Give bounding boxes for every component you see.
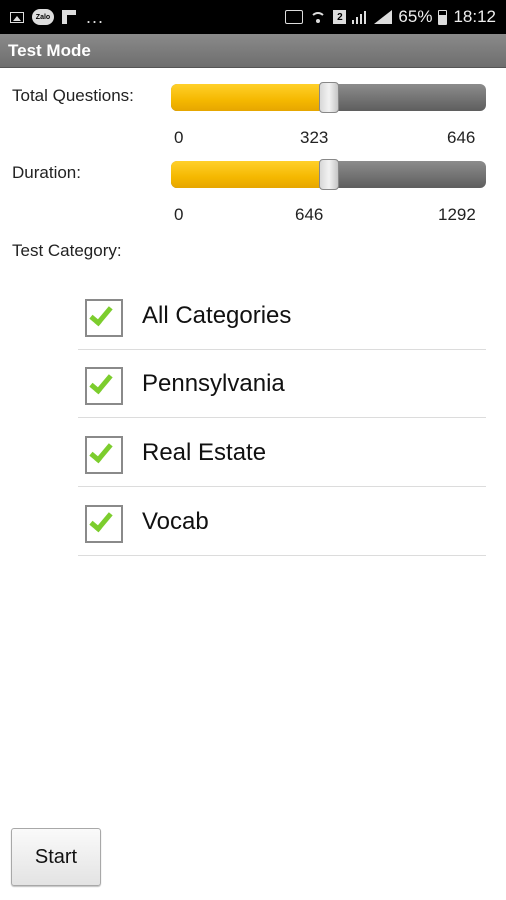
gallery-icon	[10, 11, 24, 23]
sim2-icon: 2	[333, 10, 347, 24]
clock: 18:12	[453, 7, 496, 26]
category-item-label: Real Estate	[142, 439, 267, 466]
title-bar: Test Mode	[0, 34, 506, 68]
checkbox[interactable]	[85, 505, 123, 543]
total-questions-mid: 323	[300, 128, 329, 147]
wifi-icon	[309, 10, 327, 24]
checkbox[interactable]	[85, 299, 123, 337]
category-item-all[interactable]: All Categories	[78, 282, 486, 350]
category-item-pennsylvania[interactable]: Pennsylvania	[78, 350, 486, 418]
total-questions-slider[interactable]	[171, 82, 486, 113]
battery-percent: 65%	[398, 7, 433, 26]
duration-slider[interactable]	[171, 159, 486, 190]
check-icon	[89, 438, 113, 464]
total-questions-max: 646	[447, 128, 476, 147]
check-icon	[89, 301, 113, 327]
battery-icon	[438, 9, 448, 25]
page-title: Test Mode	[8, 41, 91, 60]
notification-icons: Zalo ...	[10, 0, 104, 34]
duration-mid: 646	[295, 205, 324, 224]
duration-min: 0	[174, 205, 184, 224]
total-questions-min: 0	[174, 128, 184, 147]
checkbox[interactable]	[85, 367, 123, 405]
system-icons: 2 65% 18:12	[285, 0, 496, 34]
duration-max: 1292	[438, 205, 476, 224]
slider-thumb[interactable]	[319, 159, 339, 190]
checkbox[interactable]	[85, 436, 123, 474]
slider-thumb[interactable]	[319, 82, 339, 113]
category-item-label: All Categories	[142, 302, 292, 329]
check-icon	[89, 369, 113, 395]
more-notifications-indicator: ...	[86, 6, 105, 27]
cast-icon	[285, 10, 304, 24]
duration-label: Duration:	[12, 163, 81, 182]
start-button[interactable]: Start	[11, 828, 101, 886]
slider-fill	[171, 161, 321, 188]
category-item-vocab[interactable]: Vocab	[78, 488, 486, 556]
total-questions-label: Total Questions:	[12, 86, 134, 105]
signal-icon	[352, 10, 368, 24]
signal-full-icon	[374, 10, 393, 24]
zalo-icon: Zalo	[32, 9, 54, 25]
status-bar: Zalo ... 2 65% 18:12	[0, 0, 506, 34]
check-icon	[89, 507, 113, 533]
test-category-label: Test Category:	[12, 241, 122, 260]
slider-fill	[171, 84, 321, 111]
category-item-real-estate[interactable]: Real Estate	[78, 419, 486, 487]
category-item-label: Pennsylvania	[142, 370, 285, 397]
flipboard-icon	[62, 10, 76, 24]
category-item-label: Vocab	[142, 508, 209, 535]
